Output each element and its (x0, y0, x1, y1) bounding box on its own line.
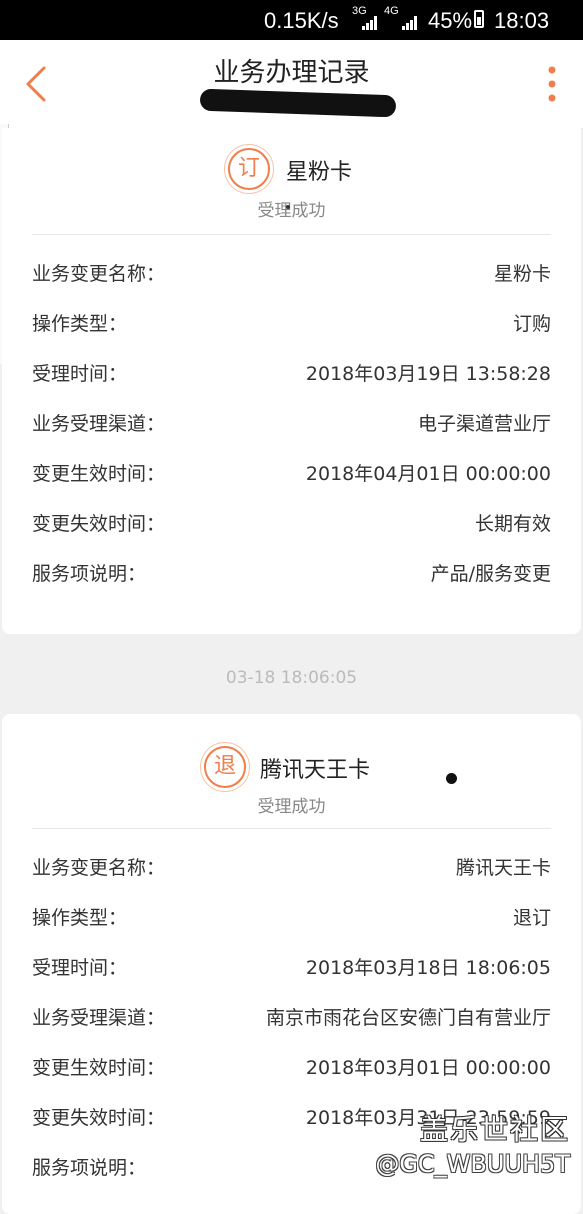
network-type-4g: 4G (384, 5, 399, 17)
screen-dust-spot (286, 205, 290, 209)
battery-icon (474, 10, 484, 28)
detail-value: 2018年03月18日 18:06:05 (305, 957, 551, 979)
detail-value: 电子渠道营业厅 (417, 413, 551, 435)
detail-row: 受理时间： 2018年03月19日 13:58:28 (32, 347, 551, 397)
signal-icon-1 (362, 14, 380, 30)
detail-label: 受理时间： (32, 363, 128, 385)
detail-row: 受理时间： 2018年03月18日 18:06:05 (32, 941, 551, 991)
detail-label: 业务变更名称： (32, 263, 166, 285)
detail-value: 2018年03月01日 00:00:00 (305, 1057, 551, 1079)
screen-dust-spot (446, 773, 457, 784)
detail-row: 操作类型： 退订 (32, 891, 551, 941)
watermark-text: 盖乐世社区 (419, 1113, 570, 1146)
detail-value: 南京市雨花台区安德门自有营业厅 (265, 1007, 551, 1029)
detail-value: 腾讯天王卡 (455, 857, 551, 879)
detail-row: 操作类型： 订购 (32, 297, 551, 347)
order-badge-icon: 订 (224, 144, 274, 194)
page-title: 业务办理记录 (213, 58, 370, 88)
detail-label: 服务项说明： (32, 563, 147, 585)
watermark: 盖乐世社区 @GC_WBUUH5T (350, 1108, 580, 1196)
detail-label: 操作类型： (32, 907, 128, 929)
detail-label: 业务受理渠道： (32, 413, 166, 435)
detail-value: 星粉卡 (493, 263, 551, 285)
detail-row: 变更生效时间： 2018年03月01日 00:00:00 (32, 1041, 551, 1091)
detail-value: 订购 (512, 313, 551, 335)
detail-row: 业务变更名称： 星粉卡 (32, 247, 551, 297)
detail-label: 操作类型： (32, 313, 128, 335)
status-bar: 0.15K/s 3G 4G 45% 18:03 (0, 0, 583, 40)
watermark-handle: @GC_WBUUH5T (375, 1150, 570, 1178)
detail-row: 变更生效时间： 2018年04月01日 00:00:00 (32, 447, 551, 497)
detail-value: 2018年04月01日 00:00:00 (305, 463, 551, 485)
network-speed: 0.15K/s (264, 8, 339, 33)
detail-row: 业务变更名称： 腾讯天王卡 (32, 841, 551, 891)
detail-label: 变更失效时间： (32, 513, 166, 535)
detail-label: 变更生效时间： (32, 1057, 166, 1079)
detail-value: 长期有效 (474, 513, 551, 535)
unsubscribe-badge-icon: 退 (200, 742, 250, 792)
record-header: 订 星粉卡 受理成功 (32, 128, 551, 235)
detail-value: 2018年03月19日 13:58:28 (305, 363, 551, 385)
battery-percent: 45% (428, 8, 473, 33)
record-timestamp: 03-18 18:06:05 (225, 668, 358, 688)
detail-row: 业务受理渠道： 电子渠道营业厅 (32, 397, 551, 447)
record-details: 业务变更名称： 星粉卡 操作类型： 订购 受理时间： 2018年03月19日 1… (32, 235, 551, 597)
detail-label: 变更生效时间： (32, 463, 166, 485)
record-header: 退 腾讯天王卡 受理成功 (32, 714, 551, 829)
record-name: 腾讯天王卡 (260, 758, 371, 783)
record-card: 订 星粉卡 受理成功 业务变更名称： 星粉卡 操作类型： 订购 受理时间： 20… (2, 128, 581, 634)
clock: 18:03 (494, 8, 550, 33)
redacted-phone-number (199, 88, 397, 118)
detail-row: 业务受理渠道： 南京市雨花台区安德门自有营业厅 (32, 991, 551, 1041)
record-status: 受理成功 (257, 797, 326, 817)
detail-row: 服务项说明： 产品/服务变更 (32, 547, 551, 597)
detail-label: 业务变更名称： (32, 857, 166, 879)
record-status: 受理成功 (257, 201, 326, 221)
app-header: 业务办理记录 (0, 40, 583, 129)
signal-icon-2 (402, 14, 420, 30)
record-name: 星粉卡 (286, 160, 353, 185)
more-vertical-icon[interactable] (538, 64, 566, 104)
detail-label: 变更失效时间： (32, 1107, 166, 1129)
detail-row: 变更失效时间： 长期有效 (32, 497, 551, 547)
detail-label: 业务受理渠道： (32, 1007, 166, 1029)
detail-label: 受理时间： (32, 957, 128, 979)
detail-value: 退订 (512, 907, 551, 929)
detail-label: 服务项说明： (32, 1157, 147, 1179)
detail-value: 产品/服务变更 (430, 563, 551, 585)
